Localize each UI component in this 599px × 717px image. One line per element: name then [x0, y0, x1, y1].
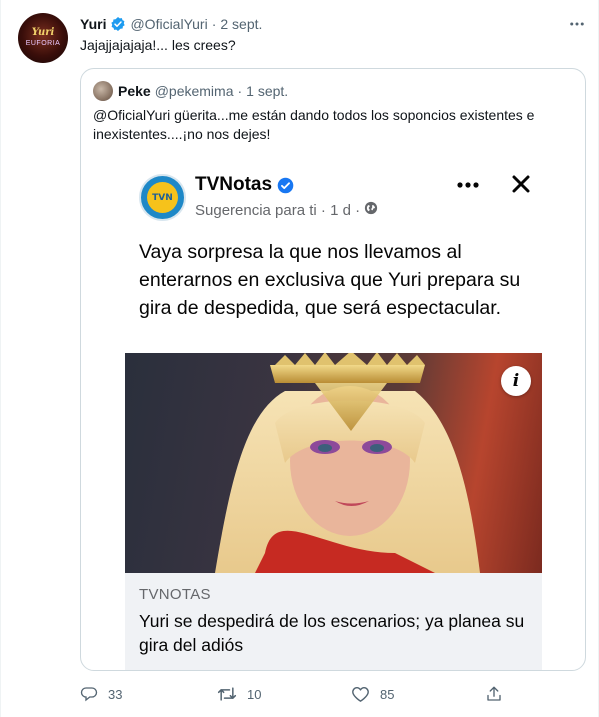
quote-author-avatar[interactable] — [93, 81, 113, 101]
verified-badge-icon — [110, 16, 126, 32]
fb-link-headline: Yuri se despedirá de los escenarios; ya … — [139, 611, 525, 655]
globe-icon — [364, 201, 378, 219]
fb-post-image: i — [125, 353, 542, 573]
tvnotas-logo: TVN — [139, 174, 186, 221]
tweet-actions: 33 10 85 — [80, 683, 510, 705]
tweet-date[interactable]: 2 sept. — [220, 16, 262, 32]
quote-author-handle[interactable]: @pekemima — [155, 83, 234, 99]
reply-count: 33 — [108, 686, 123, 702]
fb-link-domain: TVNOTAS — [139, 586, 211, 603]
header-separator: · — [211, 16, 217, 32]
tweet-text: Jajajjajajaja!... les crees? — [80, 37, 236, 53]
fb-more-options-icon — [454, 175, 482, 195]
fb-link-preview: TVNOTAS Yuri se despedirá de los escenar… — [125, 573, 542, 670]
like-button[interactable]: 85 — [351, 683, 394, 705]
quote-text: @OficialYuri güerita...me están dando to… — [93, 107, 535, 142]
like-count: 85 — [380, 686, 395, 702]
fb-page-name-row: TVNotas — [195, 174, 294, 196]
info-icon: i — [501, 366, 531, 396]
tvnotas-logo-text: TVN — [147, 182, 178, 213]
share-icon — [485, 685, 503, 703]
reply-button[interactable]: 33 — [80, 683, 122, 705]
tweet[interactable]: Yuri EUFORIA Yuri @OficialYuri · 2 sept.… — [0, 0, 599, 717]
quoted-tweet[interactable]: Peke @pekemima · 1 sept. @OficialYuri gü… — [80, 68, 586, 671]
fb-verified-icon — [277, 177, 294, 194]
quote-date[interactable]: 1 sept. — [246, 83, 288, 99]
retweet-button[interactable]: 10 — [217, 683, 261, 705]
fb-post-body: Vaya sorpresa la que nos llevamos al ent… — [139, 241, 521, 319]
yuri-portrait-illustration — [215, 353, 480, 573]
avatar-logo-subtext: EUFORIA — [25, 40, 61, 47]
tweet-header: Yuri @OficialYuri · 2 sept. — [80, 14, 262, 34]
author-name[interactable]: Yuri — [80, 16, 106, 32]
retweet-count: 10 — [247, 686, 262, 702]
share-button[interactable] — [485, 683, 503, 705]
avatar-logo-text: Yuri — [31, 27, 55, 38]
fb-subtitle: Sugerencia para ti · 1 d · — [195, 201, 361, 219]
facebook-post-screenshot: TVN TVNotas Sugerencia para ti · 1 d · V… — [124, 166, 542, 670]
quote-author-name[interactable]: Peke — [118, 83, 151, 99]
author-avatar[interactable]: Yuri EUFORIA — [18, 13, 68, 63]
fb-page-name: TVNotas — [195, 174, 273, 195]
more-options-icon[interactable] — [566, 14, 588, 34]
quote-header: Peke @pekemima · 1 sept. — [118, 81, 288, 101]
reply-icon — [80, 685, 98, 703]
quote-separator: · — [237, 83, 243, 99]
retweet-icon — [217, 685, 237, 703]
fb-close-icon — [508, 171, 534, 197]
author-handle[interactable]: @OficialYuri — [130, 16, 207, 32]
heart-icon — [351, 685, 370, 703]
fb-subtitle-row: Sugerencia para ti · 1 d · — [195, 201, 378, 219]
